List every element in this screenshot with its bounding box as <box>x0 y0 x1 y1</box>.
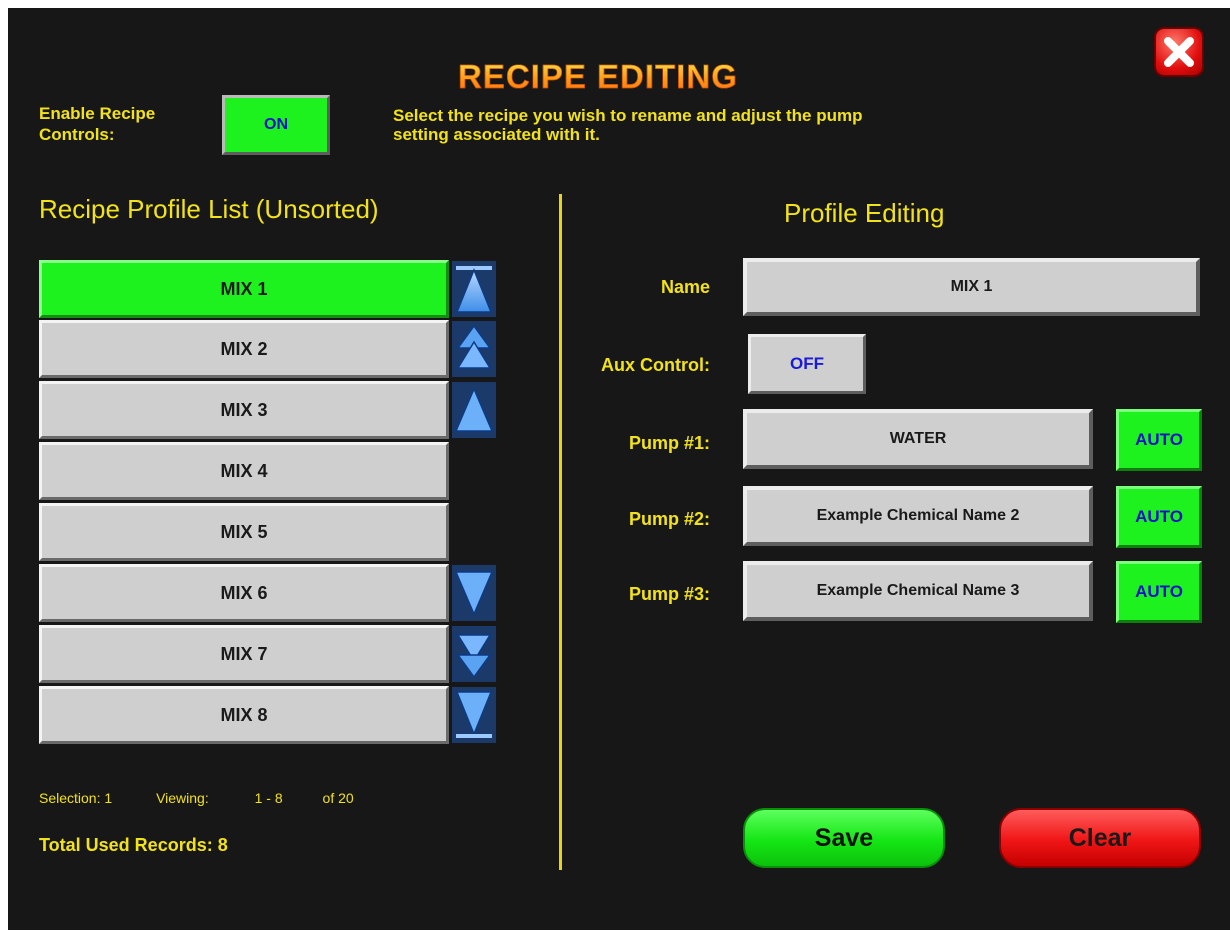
enable-recipe-controls-toggle[interactable]: ON <box>222 95 330 155</box>
hmi-screen: RECIPE EDITING Enable Recipe Controls: O… <box>8 8 1230 930</box>
recipe-list-item[interactable]: MIX 4 <box>39 442 449 500</box>
scroll-to-top-icon <box>452 261 496 317</box>
name-label: Name <box>660 277 710 297</box>
viewing-range: 1 - 8 <box>254 790 283 806</box>
enable-toggle-state: ON <box>264 116 288 133</box>
line-down-button[interactable] <box>451 564 497 622</box>
panel-divider <box>559 194 562 870</box>
scroll-to-top-button[interactable] <box>451 260 497 318</box>
recipe-list-item[interactable]: MIX 2 <box>39 320 449 378</box>
pump-1-label: Pump #1: <box>628 433 710 453</box>
pump-1-auto-button[interactable]: AUTO <box>1116 409 1202 471</box>
pump-3-label: Pump #3: <box>628 584 710 604</box>
line-up-icon <box>452 382 496 438</box>
enable-recipe-controls-label: Enable Recipe Controls: <box>39 104 156 144</box>
page-down-button[interactable] <box>451 625 497 683</box>
page-up-icon <box>452 321 496 377</box>
scroll-to-bottom-button[interactable] <box>451 686 497 744</box>
pump-1-chemical-field[interactable]: WATER <box>743 409 1093 469</box>
pump-2-label: Pump #2: <box>628 509 710 529</box>
close-x-icon <box>1164 37 1194 67</box>
total-used-value: 8 <box>217 835 228 855</box>
profile-editing-header: Profile Editing <box>784 198 945 228</box>
pump-2-chemical-field[interactable]: Example Chemical Name 2 <box>743 486 1093 546</box>
line-up-button[interactable] <box>451 381 497 439</box>
recipe-list-item[interactable]: MIX 7 <box>39 625 449 683</box>
aux-control-toggle[interactable]: OFF <box>748 334 866 394</box>
of-total: of 20 <box>322 790 354 806</box>
selection-status: Selection: 1 <box>39 790 113 806</box>
recipe-list-item[interactable]: MIX 5 <box>39 503 449 561</box>
list-status-line: Selection: 1 Viewing: 1 - 8 of 20 <box>39 790 366 806</box>
clear-button[interactable]: Clear <box>999 808 1201 868</box>
aux-control-label: Aux Control: <box>601 355 710 375</box>
pump-3-chemical-field[interactable]: Example Chemical Name 3 <box>743 561 1093 621</box>
pump-2-auto-button[interactable]: AUTO <box>1116 486 1202 548</box>
total-used-records: Total Used Records: 8 <box>39 835 228 856</box>
scroll-to-bottom-icon <box>452 687 496 743</box>
recipe-list-header: Recipe Profile List (Unsorted) <box>39 194 379 224</box>
page-title: RECIPE EDITING <box>458 58 738 96</box>
recipe-list-item[interactable]: MIX 8 <box>39 686 449 744</box>
instruction-text: Select the recipe you wish to rename and… <box>393 106 863 144</box>
recipe-name-field[interactable]: MIX 1 <box>743 258 1200 316</box>
recipe-list-item[interactable]: MIX 3 <box>39 381 449 439</box>
save-button[interactable]: Save <box>743 808 945 868</box>
page-down-icon <box>452 626 496 682</box>
recipe-list-item[interactable]: MIX 1 <box>39 260 449 318</box>
pump-3-auto-button[interactable]: AUTO <box>1116 561 1202 623</box>
line-down-icon <box>452 565 496 621</box>
total-used-label: Total Used Records: <box>39 835 213 855</box>
recipe-list-item[interactable]: MIX 6 <box>39 564 449 622</box>
close-button[interactable] <box>1154 27 1204 77</box>
page-up-button[interactable] <box>451 320 497 378</box>
viewing-label: Viewing: <box>156 790 209 806</box>
